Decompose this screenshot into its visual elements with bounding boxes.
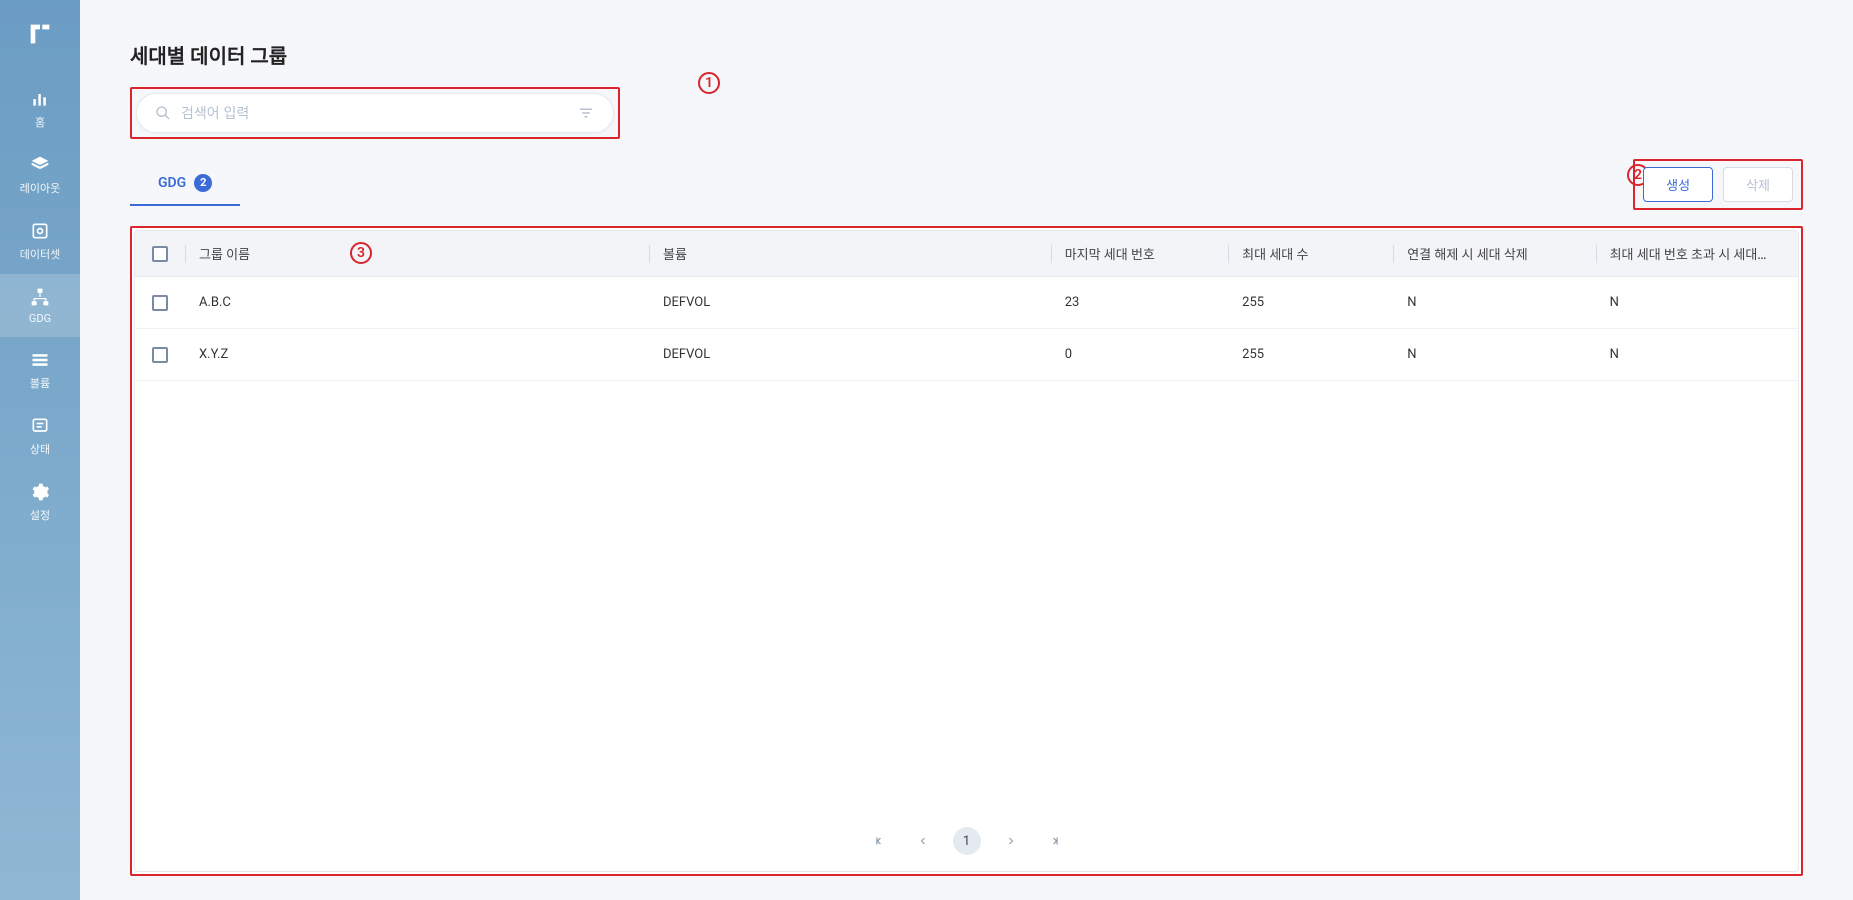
table-header: 그룹 이름 볼륨 마지막 세대 번호 최대 세대 수 연결 해제 시 세대 삭제… (135, 231, 1798, 277)
next-page-button[interactable] (999, 829, 1023, 853)
delete-button: 삭제 (1723, 167, 1793, 202)
sidebar-item-layout[interactable]: 레이아웃 (0, 142, 80, 208)
main-content: 1 2 3 세대별 데이터 그룹 GDG 2 생성 삭제 (80, 0, 1853, 900)
header-volume[interactable]: 볼륨 (649, 232, 1051, 275)
cell-delete-on-disconnect: N (1393, 329, 1595, 380)
sidebar-item-dataset[interactable]: 데이터셋 (0, 208, 80, 274)
nav-label: 데이터셋 (20, 246, 60, 262)
nav-label: 홈 (35, 114, 45, 130)
table-region-highlight: 그룹 이름 볼륨 마지막 세대 번호 최대 세대 수 연결 해제 시 세대 삭제… (130, 226, 1803, 876)
sidebar-nav: 홈 레이아웃 데이터셋 GDG 볼륨 상태 설정 (0, 0, 80, 900)
cell-delete-on-overflow: N (1596, 329, 1798, 380)
cell-volume: DEFVOL (649, 277, 1051, 328)
tabs: GDG 2 (130, 164, 240, 206)
sidebar-item-settings[interactable]: 설정 (0, 469, 80, 535)
bar-chart-icon (29, 88, 51, 110)
cell-last-gen: 23 (1051, 277, 1228, 328)
search-icon (155, 105, 171, 121)
action-buttons-highlight: 생성 삭제 (1633, 159, 1803, 210)
nav-label: 레이아웃 (20, 180, 60, 196)
first-page-button[interactable] (869, 829, 893, 853)
cell-name: X.Y.Z (185, 329, 649, 380)
cell-delete-on-disconnect: N (1393, 277, 1595, 328)
cell-delete-on-overflow: N (1596, 277, 1798, 328)
row-checkbox[interactable] (152, 347, 168, 363)
cell-last-gen: 0 (1051, 329, 1228, 380)
sidebar-item-status[interactable]: 상태 (0, 403, 80, 469)
row-checkbox[interactable] (152, 295, 168, 311)
tab-gdg[interactable]: GDG 2 (130, 164, 240, 206)
header-delete-on-disconnect[interactable]: 연결 해제 시 세대 삭제 (1393, 232, 1595, 275)
note-icon (29, 415, 51, 437)
header-last-gen[interactable]: 마지막 세대 번호 (1051, 232, 1228, 275)
select-all-checkbox[interactable] (152, 246, 168, 262)
header-delete-on-overflow[interactable]: 최대 세대 번호 초과 시 세대… (1596, 232, 1798, 275)
page-number-current[interactable]: 1 (953, 827, 981, 855)
last-page-button[interactable] (1041, 829, 1065, 853)
header-max-gen[interactable]: 최대 세대 수 (1228, 232, 1393, 275)
cell-volume: DEFVOL (649, 329, 1051, 380)
page-title: 세대별 데이터 그룹 (130, 40, 1803, 69)
table-row[interactable]: X.Y.Z DEFVOL 0 255 N N (135, 329, 1798, 381)
nav-label: 볼륨 (30, 375, 50, 391)
menu-icon (29, 349, 51, 371)
app-logo (22, 16, 58, 52)
tab-count-badge: 2 (194, 174, 212, 192)
sidebar-item-home[interactable]: 홈 (0, 76, 80, 142)
tabs-row: GDG 2 생성 삭제 (130, 159, 1803, 210)
search-input[interactable] (181, 105, 567, 121)
search-region-highlight (130, 87, 620, 139)
nav-label: GDG (29, 312, 51, 325)
cell-max-gen: 255 (1228, 329, 1393, 380)
sidebar-item-gdg[interactable]: GDG (0, 274, 80, 337)
table-body: A.B.C DEFVOL 23 255 N N X.Y.Z DEFVOL 0 2… (135, 277, 1798, 811)
sidebar-item-volume[interactable]: 볼륨 (0, 337, 80, 403)
header-checkbox-cell (135, 234, 185, 274)
cell-name: A.B.C (185, 277, 649, 328)
sitemap-icon (29, 286, 51, 308)
box-icon (29, 220, 51, 242)
header-group-name[interactable]: 그룹 이름 (185, 232, 649, 275)
create-button[interactable]: 생성 (1643, 167, 1713, 202)
annotation-marker-1: 1 (698, 72, 720, 94)
prev-page-button[interactable] (911, 829, 935, 853)
table: 그룹 이름 볼륨 마지막 세대 번호 최대 세대 수 연결 해제 시 세대 삭제… (134, 230, 1799, 872)
pagination: 1 (135, 811, 1798, 871)
tab-label: GDG (158, 175, 186, 191)
layers-icon (29, 154, 51, 176)
table-row[interactable]: A.B.C DEFVOL 23 255 N N (135, 277, 1798, 329)
search-box (136, 93, 614, 133)
gear-icon (29, 481, 51, 503)
nav-label: 상태 (30, 441, 50, 457)
cell-max-gen: 255 (1228, 277, 1393, 328)
filter-icon[interactable] (577, 104, 595, 122)
nav-label: 설정 (30, 507, 50, 523)
